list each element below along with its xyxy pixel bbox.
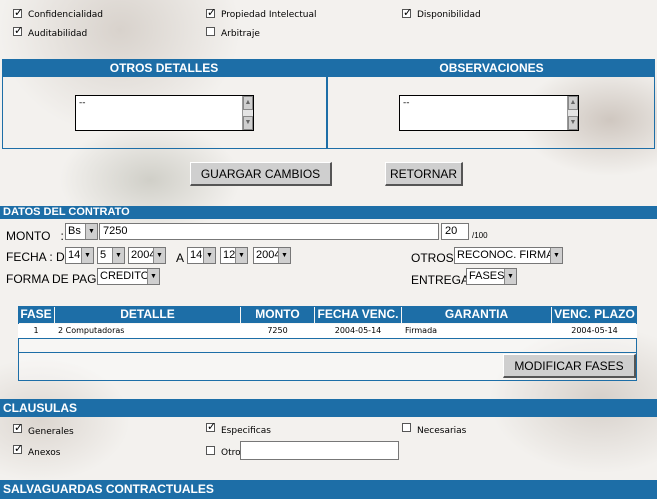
otros-label: OTROS : bbox=[411, 251, 461, 265]
dropdown-arrow-icon: ▼ bbox=[235, 248, 247, 263]
to-year-select[interactable]: 2004 ▼ bbox=[253, 247, 291, 264]
datos-contrato-header: DATOS DEL CONTRATO bbox=[0, 206, 657, 219]
entrega-select[interactable]: FASES ▼ bbox=[466, 268, 517, 285]
garantia-cell: Firmada bbox=[405, 326, 438, 335]
otros-detalles-header: OTROS DETALLES bbox=[2, 59, 326, 77]
currency-select[interactable]: Bs ▼ bbox=[65, 223, 98, 240]
from-month-value: 5 bbox=[100, 249, 107, 261]
table-row[interactable]: 1 2 Computadoras 7250 2004-05-14 Firmada… bbox=[18, 324, 637, 339]
otros-detalles-scrollbar[interactable]: ▲ ▼ bbox=[242, 96, 253, 130]
modify-phases-button[interactable]: MODIFICAR FASES bbox=[503, 354, 636, 378]
fase-cell: 1 bbox=[33, 326, 39, 335]
from-month-select[interactable]: 5 ▼ bbox=[97, 247, 125, 264]
disponibilidad-checkbox[interactable] bbox=[402, 6, 412, 19]
otros-detalles-textarea[interactable]: -- bbox=[75, 95, 254, 131]
monto-input[interactable]: 7250 bbox=[99, 223, 439, 240]
fecha-venc-column-header: FECHA VENC. bbox=[315, 306, 401, 323]
salvaguardas-title: SALVAGUARDAS CONTRACTUALES bbox=[3, 482, 214, 496]
scroll-down-icon[interactable]: ▼ bbox=[243, 116, 253, 130]
especificas-label: Especificas bbox=[221, 426, 271, 436]
observaciones-header: OBSERVACIONES bbox=[328, 59, 655, 77]
fecha-label: FECHA : DE bbox=[6, 250, 73, 264]
propiedad-intelectual-label: Propiedad Intelectual bbox=[221, 10, 317, 20]
dropdown-arrow-icon: ▼ bbox=[112, 248, 124, 263]
from-day-value: 14 bbox=[68, 249, 81, 261]
fecha-venc-cell: 2004-05-14 bbox=[334, 326, 382, 335]
clausulas-title: CLAUSULAS bbox=[3, 401, 77, 415]
from-day-select[interactable]: 14 ▼ bbox=[65, 247, 94, 264]
anexos-checkbox[interactable] bbox=[13, 442, 23, 455]
cents-suffix: /100 bbox=[472, 231, 488, 240]
detalle-column-header: DETALLE bbox=[55, 306, 240, 323]
dropdown-arrow-icon: ▼ bbox=[278, 248, 290, 263]
forma-pago-select[interactable]: CREDITO ▼ bbox=[97, 268, 160, 285]
scroll-up-icon[interactable]: ▲ bbox=[243, 96, 253, 110]
anexos-label: Anexos bbox=[28, 448, 61, 458]
dropdown-arrow-icon: ▼ bbox=[81, 248, 93, 263]
arbitraje-checkbox[interactable] bbox=[206, 27, 215, 36]
datos-contrato-title: DATOS DEL CONTRATO bbox=[3, 206, 130, 218]
otros-clausula-checkbox[interactable] bbox=[206, 446, 215, 455]
fase-column-header: FASE bbox=[18, 306, 54, 323]
auditabilidad-checkbox[interactable] bbox=[13, 24, 23, 37]
from-year-select[interactable]: 2004 ▼ bbox=[128, 247, 166, 264]
entrega-value: FASES bbox=[469, 270, 505, 282]
monto-label: MONTO : bbox=[6, 229, 64, 243]
dropdown-arrow-icon: ▼ bbox=[147, 269, 159, 284]
monto-column-header: MONTO bbox=[241, 306, 314, 323]
auditabilidad-label: Auditabilidad bbox=[28, 29, 88, 39]
confidencialidad-checkbox[interactable] bbox=[13, 6, 23, 19]
dropdown-arrow-icon: ▼ bbox=[550, 248, 562, 263]
venc-plazo-column-header: VENC. PLAZO bbox=[552, 306, 637, 323]
especificas-checkbox[interactable] bbox=[206, 420, 216, 433]
monto-cell: 7250 bbox=[267, 326, 288, 335]
cents-input[interactable]: 20 bbox=[441, 223, 469, 240]
from-year-value: 2004 bbox=[131, 249, 156, 261]
disponibilidad-label: Disponibilidad bbox=[417, 10, 481, 20]
otros-clausula-input[interactable] bbox=[240, 441, 399, 460]
fases-divider bbox=[18, 352, 637, 353]
dropdown-arrow-icon: ▼ bbox=[85, 224, 97, 239]
otros-select[interactable]: RECONOC. FIRMAS ▼ bbox=[454, 247, 563, 264]
to-day-select[interactable]: 14 ▼ bbox=[187, 247, 216, 264]
necesarias-label: Necesarias bbox=[417, 426, 467, 436]
dropdown-arrow-icon: ▼ bbox=[504, 269, 516, 284]
observaciones-textarea[interactable]: -- bbox=[399, 95, 579, 131]
garantia-column-header: GARANTIA bbox=[402, 306, 551, 323]
currency-value: Bs bbox=[68, 225, 81, 237]
a-label: A bbox=[176, 251, 185, 265]
detalle-cell: 2 Computadoras bbox=[58, 326, 125, 335]
observaciones-scrollbar[interactable]: ▲ ▼ bbox=[567, 96, 578, 130]
salvaguardas-header: SALVAGUARDAS CONTRACTUALES bbox=[0, 480, 657, 499]
generales-checkbox[interactable] bbox=[13, 421, 23, 434]
scroll-up-icon[interactable]: ▲ bbox=[568, 96, 578, 110]
venc-plazo-cell: 2004-05-14 bbox=[571, 326, 618, 335]
return-button[interactable]: RETORNAR bbox=[385, 162, 463, 186]
otros-value: RECONOC. FIRMAS bbox=[457, 249, 561, 261]
to-year-value: 2004 bbox=[256, 249, 281, 261]
fases-header-row: FASE DETALLE MONTO FECHA VENC. GARANTIA … bbox=[18, 306, 637, 323]
details-divider bbox=[326, 59, 328, 149]
clausulas-header: CLAUSULAS bbox=[0, 399, 657, 417]
necesarias-checkbox[interactable] bbox=[402, 423, 411, 432]
confidencialidad-label: Confidencialidad bbox=[28, 10, 104, 20]
to-month-select[interactable]: 12 ▼ bbox=[220, 247, 248, 264]
dropdown-arrow-icon: ▼ bbox=[153, 248, 165, 263]
arbitraje-label: Arbitraje bbox=[221, 29, 260, 39]
to-day-value: 14 bbox=[190, 249, 203, 261]
dropdown-arrow-icon: ▼ bbox=[203, 248, 215, 263]
to-month-value: 12 bbox=[223, 249, 236, 261]
forma-pago-value: CREDITO bbox=[100, 270, 150, 282]
scroll-down-icon[interactable]: ▼ bbox=[568, 116, 578, 130]
generales-label: Generales bbox=[28, 427, 74, 437]
propiedad-intelectual-checkbox[interactable] bbox=[206, 6, 216, 19]
save-changes-button[interactable]: GUARGAR CAMBIOS bbox=[190, 162, 332, 186]
